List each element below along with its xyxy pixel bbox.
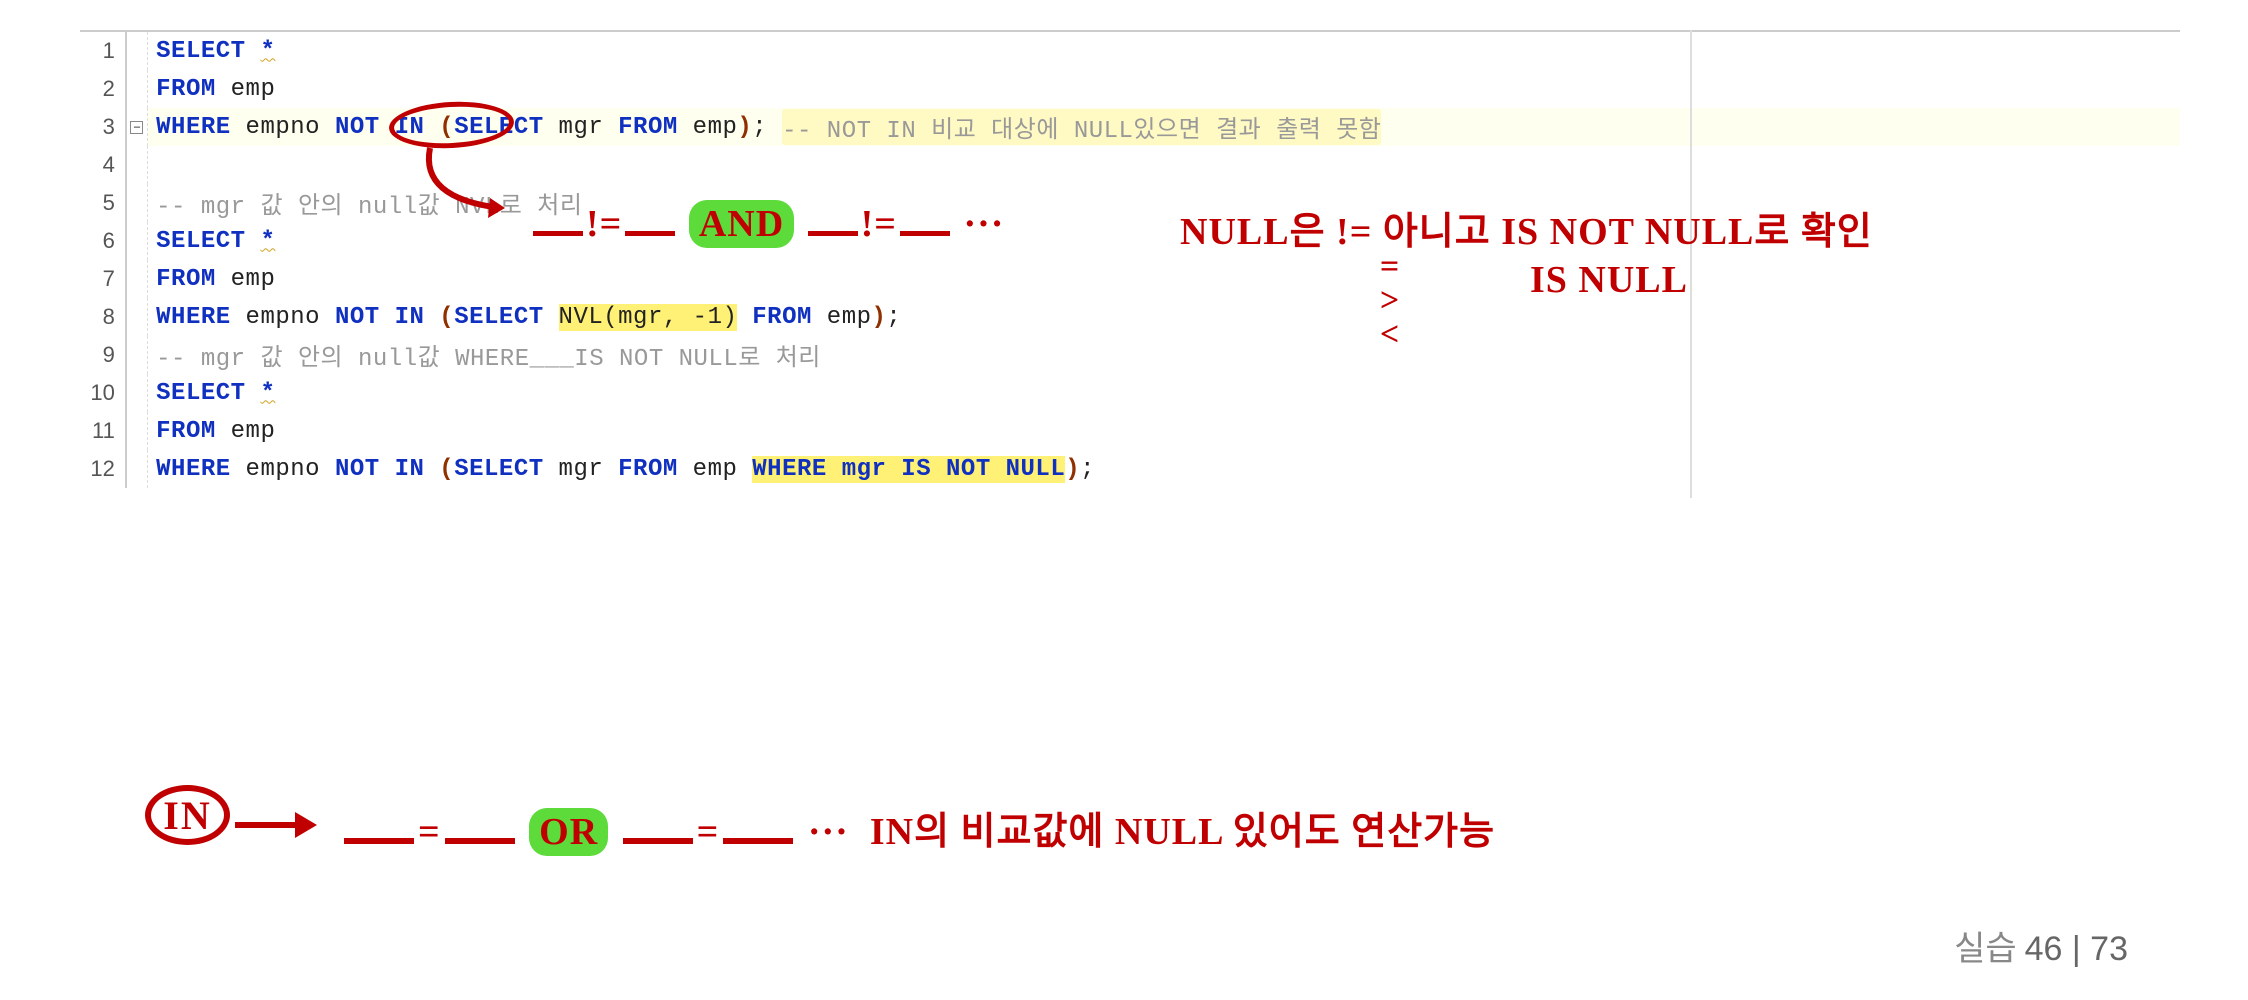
fold-gutter	[127, 70, 148, 108]
keyword-from: FROM	[156, 266, 216, 293]
code-content[interactable]: FROM emp	[148, 260, 2180, 298]
keyword-not-in: NOT IN	[335, 456, 424, 483]
hand-annotation-operators: = > <	[1370, 250, 1410, 352]
code-editor[interactable]: 1 SELECT * 2 FROM emp 3 − WHERE empno NO…	[80, 30, 2180, 488]
star-icon: *	[260, 380, 275, 407]
keyword-where: WHERE	[156, 456, 231, 483]
fold-gutter	[127, 412, 148, 450]
keyword-not-in: NOT IN	[335, 304, 424, 331]
keyword-select: SELECT	[156, 38, 245, 65]
line-number: 12	[80, 450, 127, 488]
star-icon: *	[260, 228, 275, 255]
code-content[interactable]: SELECT *	[148, 374, 2180, 412]
line-number: 7	[80, 260, 127, 298]
fold-gutter	[127, 374, 148, 412]
line-number: 5	[80, 184, 127, 222]
code-line[interactable]: 12 WHERE empno NOT IN (SELECT mgr FROM e…	[80, 450, 2180, 488]
hand-annotation-null-isnotnull: NULL은 != 아니고 IS NOT NULL로 확인	[1180, 200, 1873, 255]
keyword-from: FROM	[156, 418, 216, 445]
hand-or-badge: OR	[529, 808, 608, 856]
line-number: 9	[80, 336, 127, 374]
hand-annotation-notin-expand: != AND != ···	[530, 200, 1004, 248]
code-content[interactable]: FROM emp	[148, 412, 2180, 450]
code-line[interactable]: 7 FROM emp	[80, 260, 2180, 298]
code-content[interactable]: WHERE empno NOT IN (SELECT NVL(mgr, -1) …	[148, 298, 2180, 336]
code-content[interactable]: SELECT *	[148, 32, 2180, 70]
highlight-where-isnotnull: WHERE mgr IS NOT NULL	[752, 456, 1065, 483]
code-line[interactable]: 1 SELECT *	[80, 32, 2180, 70]
line-number: 2	[80, 70, 127, 108]
fold-gutter	[127, 184, 148, 222]
code-comment: -- NOT IN 비교 대상에 NULL있으면 결과 출력 못함	[782, 109, 1381, 145]
fold-gutter	[127, 146, 148, 184]
keyword-where: WHERE	[156, 304, 231, 331]
fold-gutter	[127, 298, 148, 336]
hand-annotation-in-expand: = OR = ··· IN의 비교값에 NULL 있어도 연산가능	[340, 800, 1495, 856]
fold-gutter	[127, 32, 148, 70]
line-number: 3	[80, 108, 127, 146]
line-number: 11	[80, 412, 127, 450]
fold-gutter	[127, 336, 148, 374]
keyword-from: FROM	[156, 76, 216, 103]
code-line[interactable]: 9 -- mgr 값 안의 null값 WHERE___IS NOT NULL로…	[80, 336, 2180, 374]
keyword-where: WHERE	[156, 114, 231, 141]
line-number: 10	[80, 374, 127, 412]
line-number: 4	[80, 146, 127, 184]
code-line[interactable]: 11 FROM emp	[80, 412, 2180, 450]
line-number: 1	[80, 32, 127, 70]
fold-minus-icon[interactable]: −	[130, 121, 143, 134]
footer-pagenum: 46 | 73	[2025, 930, 2128, 968]
code-content[interactable]: WHERE empno NOT IN (SELECT mgr FROM emp …	[148, 450, 2180, 488]
fold-gutter	[127, 260, 148, 298]
highlight-nvl: NVL(mgr, -1)	[559, 304, 738, 331]
code-line[interactable]: 8 WHERE empno NOT IN (SELECT NVL(mgr, -1…	[80, 298, 2180, 336]
fold-gutter	[127, 222, 148, 260]
star-icon: *	[260, 38, 275, 65]
hand-arrow-icon	[235, 800, 325, 855]
keyword-select: SELECT	[156, 228, 245, 255]
code-line[interactable]: 2 FROM emp	[80, 70, 2180, 108]
hand-arrow-icon	[410, 148, 530, 233]
line-number: 6	[80, 222, 127, 260]
fold-gutter[interactable]: −	[127, 108, 148, 146]
code-line[interactable]: 4	[80, 146, 2180, 184]
editor-ruler	[1690, 30, 1692, 498]
footer-label: 실습	[1954, 930, 2017, 968]
code-comment: -- mgr 값 안의 null값 WHERE___IS NOT NULL로 처…	[156, 337, 821, 373]
code-line[interactable]: 10 SELECT *	[80, 374, 2180, 412]
hand-circle-in: IN	[145, 785, 230, 845]
hand-annotation-isnull: IS NULL	[1530, 258, 1688, 302]
hand-and-badge: AND	[689, 200, 794, 248]
code-content[interactable]: -- mgr 값 안의 null값 WHERE___IS NOT NULL로 처…	[148, 336, 2180, 374]
fold-gutter	[127, 450, 148, 488]
page-footer: 실습46 | 73	[1954, 921, 2128, 970]
line-number: 8	[80, 298, 127, 336]
keyword-select: SELECT	[156, 380, 245, 407]
